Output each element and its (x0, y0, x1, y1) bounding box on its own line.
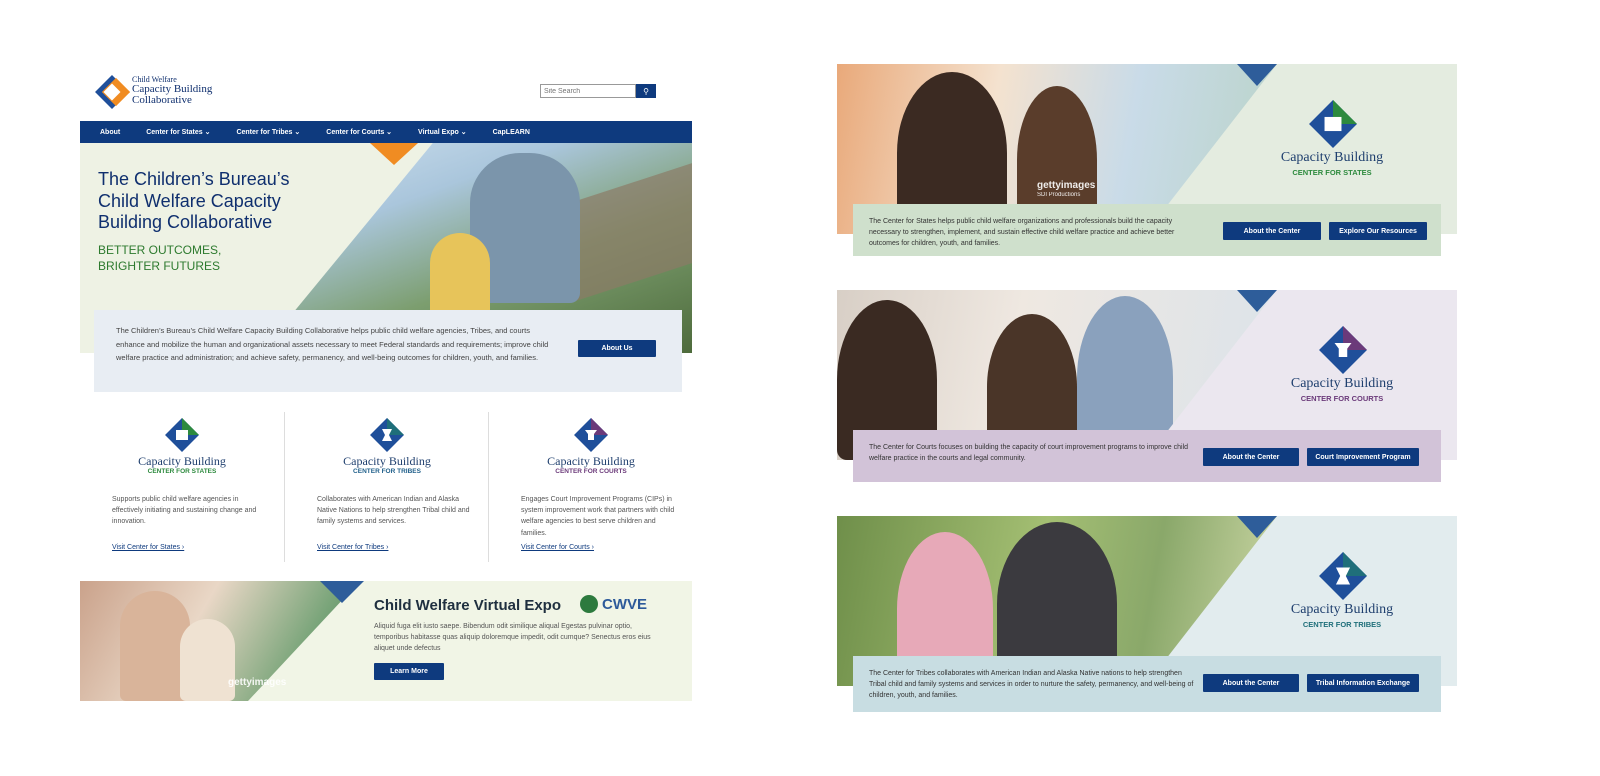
banner-info-bar: The Center for Tribes collaborates with … (853, 656, 1441, 712)
banner-info-bar: The Center for Courts focuses on buildin… (853, 430, 1441, 482)
expo-description: Aliquid fuga elit iusto saepe. Bibendum … (374, 623, 651, 653)
orange-triangle-accent (370, 143, 418, 165)
nav-item-about[interactable]: About (100, 129, 120, 136)
center-card-tribes: Capacity Building CENTER FOR TRIBES Coll… (284, 412, 488, 562)
courts-logo-icon (1319, 326, 1367, 374)
center-subtitle: CENTER FOR TRIBES (353, 468, 421, 475)
center-description: Collaborates with American Indian and Al… (317, 496, 470, 526)
search-input[interactable] (540, 84, 636, 98)
visit-center-for-courts-link[interactable]: Visit Center for Courts › (521, 544, 594, 551)
about-the-center-button[interactable]: About the Center (1203, 674, 1299, 692)
center-card-states: Capacity Building CENTER FOR STATES Supp… (80, 412, 284, 562)
banner-description: The Center for Tribes collaborates with … (869, 670, 1194, 700)
cwve-logo: CWVE (580, 595, 647, 613)
hero-title: The Children’s Bureau’s Child Welfare Ca… (98, 169, 290, 233)
hero-subtitle: BETTER OUTCOMES, BRIGHTER FUTURES (98, 243, 298, 274)
center-title: Capacity Building (547, 454, 635, 468)
hero-intro-text: The Children’s Bureau’s Child Welfare Ca… (116, 326, 549, 362)
expo-photo (80, 581, 360, 701)
courts-logo-icon (574, 418, 608, 452)
site-search: ⚲ (540, 84, 656, 98)
banner-center-for-tribes: Capacity Building CENTER FOR TRIBES The … (837, 516, 1457, 712)
learn-more-button[interactable]: Learn More (374, 663, 444, 680)
hero-intro-card: The Children’s Bureau’s Child Welfare Ca… (94, 310, 682, 392)
banner-description: The Center for States helps public child… (869, 218, 1175, 248)
nav-item-virtual-expo[interactable]: Virtual Expo ⌄ (418, 128, 467, 136)
expo-title: Child Welfare Virtual Expo (374, 597, 561, 614)
banner-center-for-courts: Capacity Building CENTER FOR COURTS The … (837, 290, 1457, 486)
explore-our-resources-button[interactable]: Explore Our Resources (1329, 222, 1427, 240)
tribes-logo-icon (1319, 552, 1367, 600)
blue-triangle-accent (1237, 64, 1277, 86)
getty-watermark: gettyimages (1037, 180, 1096, 191)
site-header: Child Welfare Capacity Building Collabor… (80, 62, 692, 120)
tribal-information-exchange-button[interactable]: Tribal Information Exchange (1307, 674, 1419, 692)
center-title: Capacity Building (138, 454, 226, 468)
getty-credit: SDI Productions (1037, 192, 1081, 198)
banner-title: Capacity Building (1290, 376, 1394, 391)
banner-title: Capacity Building (1280, 150, 1384, 165)
visit-center-for-tribes-link[interactable]: Visit Center for Tribes › (317, 544, 388, 551)
banner-description: The Center for Courts focuses on buildin… (869, 444, 1189, 463)
logo-line-3: Collaborative (132, 94, 192, 106)
search-icon: ⚲ (643, 86, 649, 96)
banner-title: Capacity Building (1290, 602, 1394, 617)
banner-center-for-states: gettyimages SDI Productions Capacity Bui… (837, 64, 1457, 260)
banner-subtitle: CENTER FOR COURTS (1300, 394, 1384, 403)
cwve-logo-text: CWVE (602, 595, 647, 613)
site-logo[interactable]: Child Welfare Capacity Building Collabor… (132, 76, 212, 106)
about-the-center-button[interactable]: About the Center (1223, 222, 1321, 240)
nav-item-caplearn[interactable]: CapLEARN (493, 129, 530, 136)
centers-grid: Capacity Building CENTER FOR STATES Supp… (80, 412, 692, 567)
virtual-expo-section: gettyimages Child Welfare Virtual Expo C… (80, 581, 692, 701)
nav-item-center-for-tribes[interactable]: Center for Tribes ⌄ (236, 128, 300, 136)
states-logo-icon (165, 418, 199, 452)
tribes-logo-icon (370, 418, 404, 452)
center-title: Capacity Building (343, 454, 431, 468)
court-improvement-program-button[interactable]: Court Improvement Program (1307, 448, 1419, 466)
about-the-center-button[interactable]: About the Center (1203, 448, 1299, 466)
getty-watermark: gettyimages (228, 677, 287, 688)
fence-shape (570, 163, 692, 303)
center-description: Supports public child welfare agencies i… (112, 496, 257, 526)
visit-center-for-states-link[interactable]: Visit Center for States › (112, 544, 184, 551)
search-button[interactable]: ⚲ (636, 84, 656, 98)
nav-item-center-for-courts[interactable]: Center for Courts ⌄ (326, 128, 392, 136)
states-logo-icon (1309, 100, 1357, 148)
center-description: Engages Court Improvement Programs (CIPs… (521, 496, 675, 537)
banner-subtitle: CENTER FOR STATES (1292, 168, 1372, 177)
blue-triangle-accent (320, 581, 364, 603)
center-card-courts: Capacity Building CENTER FOR COURTS Enga… (488, 412, 692, 562)
banner-subtitle: CENTER FOR TRIBES (1302, 620, 1382, 629)
center-subtitle: CENTER FOR STATES (147, 468, 217, 475)
blue-triangle-accent (1237, 516, 1277, 538)
main-nav: About Center for States ⌄ Center for Tri… (80, 121, 692, 143)
hero-subtitle-line-1: BETTER OUTCOMES, (98, 243, 222, 257)
nav-item-center-for-states[interactable]: Center for States ⌄ (146, 128, 210, 136)
expo-child-figure (180, 619, 235, 701)
about-us-button[interactable]: About Us (578, 340, 656, 357)
homepage-mockup: Child Welfare Capacity Building Collabor… (80, 62, 692, 702)
hero-subtitle-line-2: BRIGHTER FUTURES (98, 258, 221, 273)
globe-icon (580, 595, 598, 613)
center-subtitle: CENTER FOR COURTS (555, 468, 627, 475)
logo-icon[interactable] (94, 74, 130, 110)
blue-triangle-accent (1237, 290, 1277, 312)
banner-info-bar: The Center for States helps public child… (853, 204, 1441, 256)
